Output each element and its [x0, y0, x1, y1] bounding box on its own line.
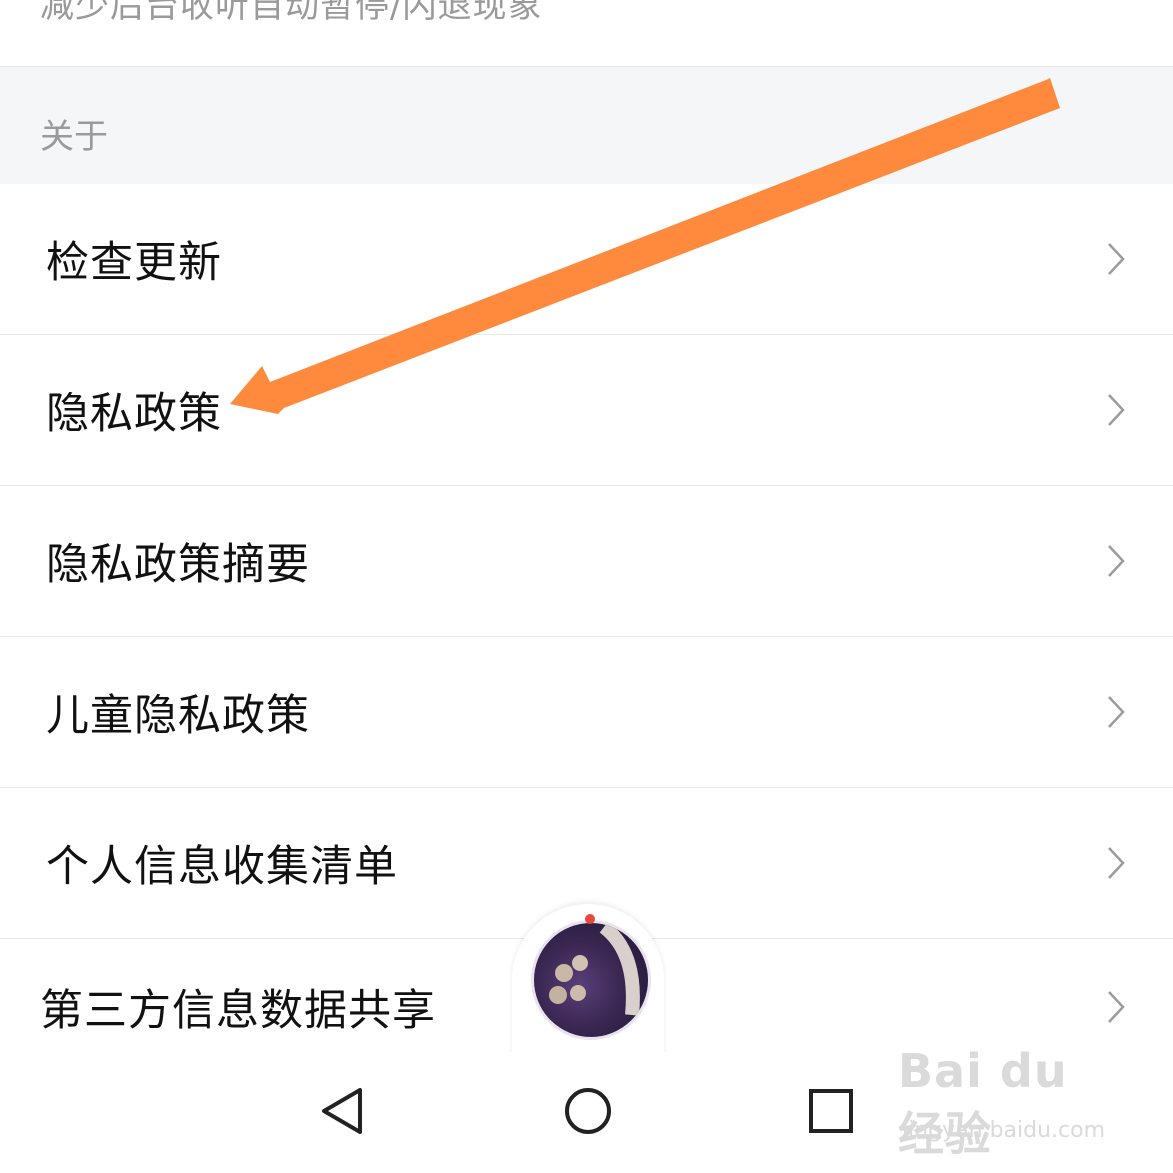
album-cover-disc[interactable]: [531, 920, 651, 1040]
chevron-right-icon: [1108, 847, 1125, 879]
baidu-watermark: Bai du 经验 jingyan.baidu.com: [898, 1044, 1118, 1161]
section-header-about: 关于: [0, 67, 1173, 184]
row-label: 个人信息收集清单: [46, 842, 398, 892]
previous-setting-text: 减少后台收听自动暂停/闪退现象: [40, 0, 543, 26]
row-privacy-policy[interactable]: 隐私政策: [0, 335, 1173, 486]
previous-setting-description: 减少后台收听自动暂停/闪退现象: [0, 0, 1173, 67]
watermark-main-text: Bai du 经验: [898, 1044, 1068, 1161]
chevron-right-icon: [1108, 394, 1125, 426]
chevron-right-icon: [1108, 545, 1125, 577]
playing-indicator-dot: [585, 914, 595, 924]
row-label: 儿童隐私政策: [46, 691, 310, 741]
row-children-privacy[interactable]: 儿童隐私政策: [0, 637, 1173, 788]
album-art: [549, 923, 640, 1016]
row-privacy-summary[interactable]: 隐私政策摘要: [0, 486, 1173, 637]
back-triangle-icon[interactable]: [318, 1086, 366, 1136]
row-label: 检查更新: [46, 238, 222, 288]
recents-square-icon[interactable]: [808, 1088, 854, 1134]
settings-screen: 减少后台收听自动暂停/闪退现象 关于 检查更新 隐私政策 隐私政策摘要 儿童隐私…: [0, 0, 1173, 1173]
mini-player[interactable]: [512, 904, 664, 1064]
row-label: 第三方信息数据共享: [40, 986, 436, 1036]
row-label: 隐私政策: [46, 389, 222, 439]
chevron-right-icon: [1108, 243, 1125, 275]
watermark-url-text: jingyan.baidu.com: [902, 1118, 1106, 1143]
chevron-right-icon: [1108, 696, 1125, 728]
row-label: 隐私政策摘要: [46, 540, 310, 590]
home-circle-icon[interactable]: [563, 1086, 613, 1136]
row-check-update[interactable]: 检查更新: [0, 184, 1173, 335]
section-title: 关于: [40, 117, 108, 157]
chevron-right-icon: [1108, 991, 1125, 1023]
